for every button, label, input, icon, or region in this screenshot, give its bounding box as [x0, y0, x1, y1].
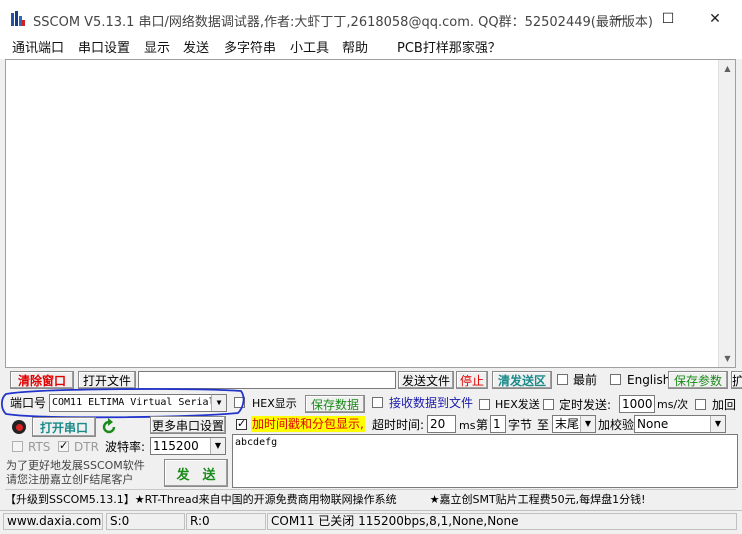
timeout-unit: ms: [459, 419, 476, 432]
maximize-button[interactable]: ☐: [645, 0, 691, 38]
end-select[interactable]: 末尾 ▼: [552, 415, 596, 433]
timestamp-label: 加时间戳和分包显示,: [251, 416, 365, 432]
clear-send-button[interactable]: 清发送区: [492, 371, 552, 389]
close-button[interactable]: ✕: [692, 0, 738, 38]
timestamp-checkbox[interactable]: [236, 417, 247, 430]
to-label: 至: [537, 418, 550, 432]
checksum-select[interactable]: None ▼: [634, 415, 726, 433]
status-bar: www.daxia.com S:0 R:0 COM11 已关闭 115200bp…: [0, 510, 742, 532]
dtr-label: DTR: [74, 440, 99, 454]
checksum-label: 加校验: [598, 418, 635, 432]
timed-send-label: 定时发送:: [559, 398, 612, 412]
menu-bar: 通讯端口 串口设置 显示 发送 多字符串 小工具 帮助 PCB打样那家强？: [0, 38, 742, 59]
hex-send-checkbox[interactable]: [479, 399, 490, 410]
menu-comm-port[interactable]: 通讯端口: [12, 38, 64, 59]
promo-line-2[interactable]: 请您注册嘉立创F结尾客户: [6, 473, 133, 487]
add-return-label: 加回: [712, 398, 737, 412]
baud-select-value: 115200: [153, 439, 199, 453]
annotation-ellipse: [0, 388, 245, 419]
timeout-input[interactable]: 20: [427, 415, 456, 433]
refresh-icon[interactable]: [100, 418, 118, 436]
app-logo-icon: [11, 11, 25, 26]
topmost-checkbox[interactable]: [557, 374, 568, 385]
title-bar: SSCOM V5.13.1 串口/网络数据调试器,作者:大虾丁丁,2618058…: [0, 0, 742, 38]
receive-scrollbar[interactable]: ▲ ▼: [718, 60, 735, 367]
menu-pcb-ad[interactable]: PCB打样那家强？: [397, 38, 501, 59]
scroll-down-icon[interactable]: ▼: [719, 350, 736, 367]
interval-unit: ms/次: [657, 398, 689, 411]
status-website[interactable]: www.daxia.com: [3, 513, 103, 530]
timeout-label: 超时时间:: [372, 418, 425, 432]
baud-select[interactable]: 115200 ▼: [150, 437, 226, 455]
menu-send[interactable]: 发送: [183, 38, 209, 59]
minimize-button[interactable]: —: [598, 0, 644, 38]
interval-input[interactable]: 1000: [619, 395, 655, 413]
byte-start-input[interactable]: 1: [490, 415, 506, 433]
dtr-checkbox[interactable]: [58, 439, 69, 452]
recv-to-file-checkbox[interactable]: [372, 397, 383, 408]
window-title: SSCOM V5.13.1 串口/网络数据调试器,作者:大虾丁丁,2618058…: [33, 15, 653, 30]
chevron-down-icon[interactable]: ▼: [210, 438, 225, 454]
save-data-button[interactable]: 保存数据: [305, 395, 365, 413]
end-select-value: 末尾: [555, 417, 580, 431]
menu-help[interactable]: 帮助: [342, 38, 368, 59]
receive-area[interactable]: [5, 59, 736, 368]
topmost-label: 最前: [573, 373, 598, 387]
english-checkbox[interactable]: [610, 374, 621, 385]
menu-serial-settings[interactable]: 串口设置: [78, 38, 130, 59]
status-received-count: R:0: [186, 513, 266, 530]
stop-button[interactable]: 停止: [456, 371, 488, 389]
more-settings-button[interactable]: 更多串口设置: [150, 416, 226, 434]
scroll-up-icon[interactable]: ▲: [719, 60, 736, 77]
save-params-button[interactable]: 保存参数: [668, 371, 728, 389]
status-port-info: COM11 已关闭 115200bps,8,1,None,None: [267, 513, 737, 530]
recv-to-file-label[interactable]: 接收数据到文件: [389, 395, 473, 411]
ticker-text[interactable]: 【升级到SSCOM5.13.1】★RT-Thread来自中国的开源免费商用物联网…: [5, 489, 736, 508]
hex-display-label: HEX显示: [252, 397, 297, 410]
rts-label: RTS: [28, 440, 51, 454]
checksum-select-value: None: [637, 417, 669, 431]
expand-button[interactable]: 扩: [731, 371, 742, 389]
chevron-down-icon[interactable]: ▼: [580, 416, 595, 432]
send-file-button[interactable]: 发送文件: [398, 371, 454, 389]
status-sent-count: S:0: [106, 513, 185, 530]
send-input[interactable]: abcdefg: [232, 434, 738, 488]
byte-label: 字节: [508, 418, 533, 432]
open-port-button[interactable]: 打开串口: [32, 417, 96, 437]
hex-send-label: HEX发送: [495, 398, 540, 411]
send-button[interactable]: 发 送: [164, 459, 228, 487]
chevron-down-icon[interactable]: ▼: [710, 416, 725, 432]
menu-multi-string[interactable]: 多字符串: [224, 38, 276, 59]
menu-display[interactable]: 显示: [144, 38, 170, 59]
port-status-indicator-icon: [12, 420, 26, 434]
rts-checkbox[interactable]: [12, 441, 23, 452]
english-label: English: [627, 373, 671, 387]
timed-send-checkbox[interactable]: [543, 399, 554, 410]
baud-label: 波特率:: [105, 440, 146, 454]
promo-line-1[interactable]: 为了更好地发展SSCOM软件: [6, 459, 145, 473]
menu-tools[interactable]: 小工具: [290, 38, 329, 59]
byte-prefix-label: 第: [476, 418, 489, 432]
add-return-checkbox[interactable]: [695, 399, 706, 410]
